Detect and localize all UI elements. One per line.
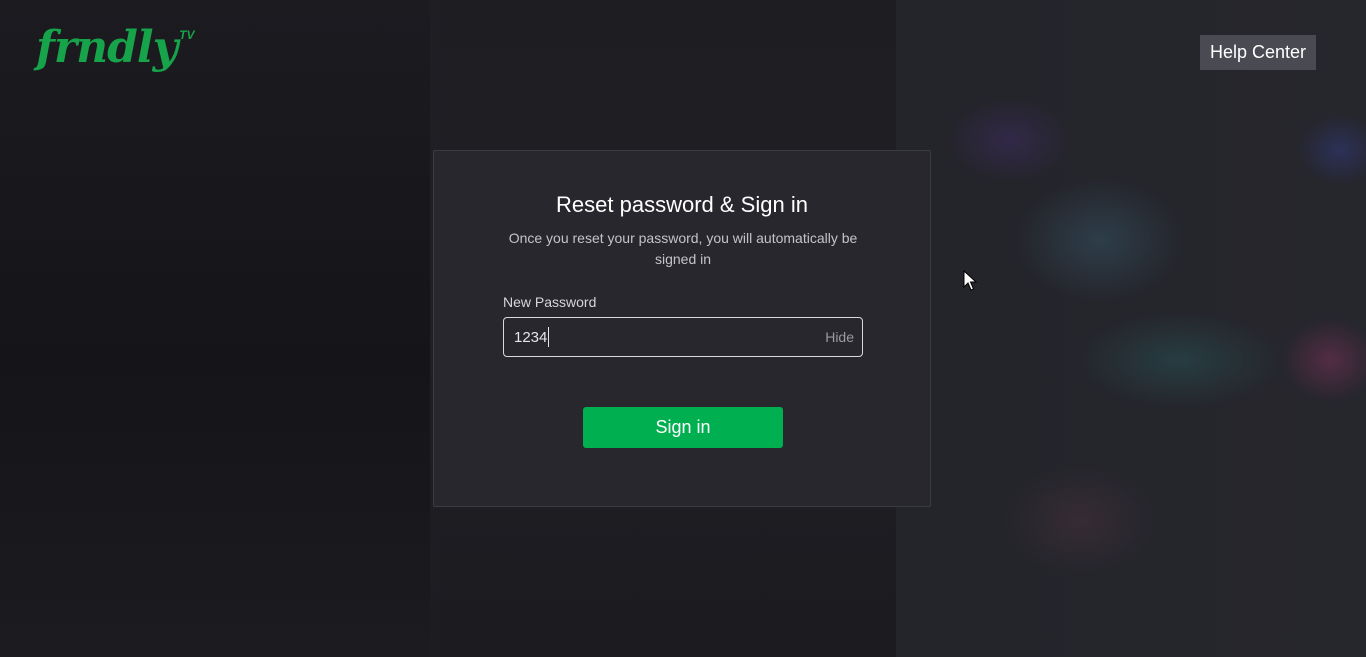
card-subtitle: Once you reset your password, you will a… — [508, 230, 858, 267]
arrow-cursor-icon — [963, 270, 977, 291]
frndly-tv-logo[interactable]: frndly TV — [36, 26, 195, 76]
background-blurred-collage — [896, 0, 1366, 657]
text-caret — [548, 327, 549, 347]
logo-tv-superscript: TV — [179, 28, 195, 42]
background-left — [0, 0, 440, 657]
card-title: Reset password & Sign in — [556, 192, 808, 217]
sign-in-button[interactable]: Sign in — [583, 407, 783, 448]
new-password-label: New Password — [503, 294, 597, 310]
hide-password-toggle[interactable]: Hide — [825, 318, 854, 356]
reset-password-page: frndly TV Help Center Reset password & S… — [0, 0, 1366, 657]
new-password-field[interactable]: Hide — [503, 317, 863, 357]
logo-wordmark: frndly — [36, 22, 178, 73]
new-password-input[interactable] — [514, 318, 804, 356]
help-center-button[interactable]: Help Center — [1200, 35, 1316, 70]
reset-password-card: Reset password & Sign in Once you reset … — [433, 150, 931, 507]
